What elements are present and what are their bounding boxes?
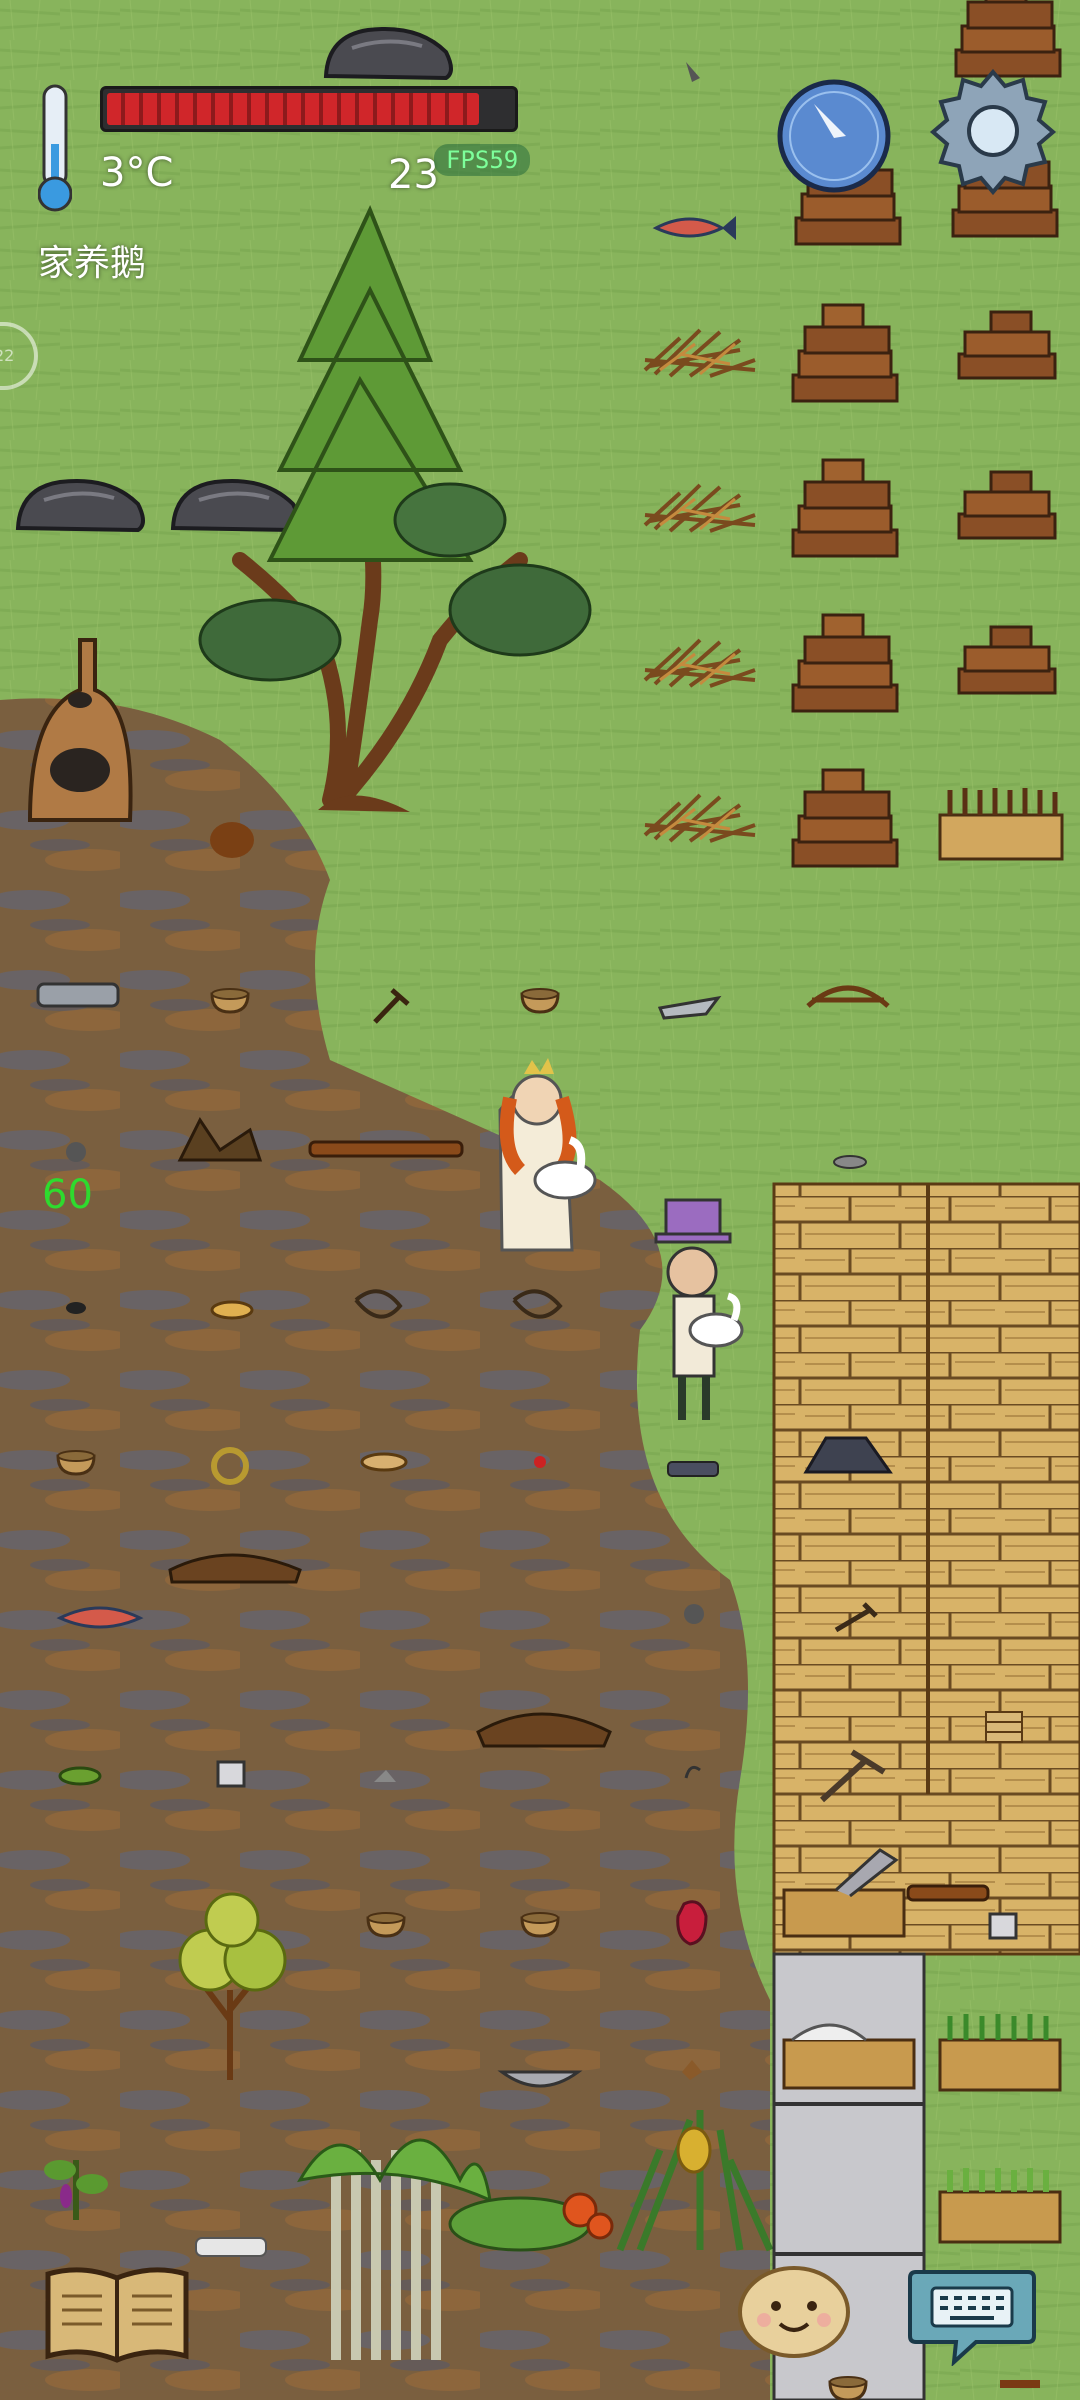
book-icon[interactable] xyxy=(42,2260,192,2370)
gear-icon[interactable] xyxy=(928,66,1058,196)
player-age: 23 xyxy=(388,152,439,198)
fps-counter: FPS59 xyxy=(434,144,531,176)
hunger-bar-fill xyxy=(107,93,479,125)
bucket xyxy=(988,1912,1018,1940)
game-world[interactable] xyxy=(0,0,1080,2400)
fleece xyxy=(195,2237,267,2257)
floating-number: 60 xyxy=(42,1172,93,1218)
pebble xyxy=(66,1302,86,1314)
temperature-readout: 3°C xyxy=(100,150,174,196)
leaf xyxy=(58,1766,102,1786)
bread xyxy=(360,1452,408,1472)
thermometer-icon xyxy=(37,84,73,214)
long-shaft xyxy=(308,1140,464,1158)
charcoal xyxy=(667,1461,719,1477)
red-berry-bag xyxy=(676,1900,708,1946)
keyboard-icon[interactable] xyxy=(906,2262,1038,2367)
potato-face-icon[interactable] xyxy=(736,2264,852,2360)
clay-plate xyxy=(36,982,120,1008)
shaft xyxy=(906,1884,990,1902)
held-item-name: 家养鹅 xyxy=(38,243,147,284)
hunger-bar xyxy=(100,86,518,132)
bucket xyxy=(216,1760,246,1788)
round-stone xyxy=(684,1604,704,1624)
burdock xyxy=(210,822,254,858)
compass-icon[interactable] xyxy=(774,76,894,196)
small-stone xyxy=(833,1155,867,1169)
plate-stack xyxy=(985,1711,1023,1743)
ping-value: 22 xyxy=(0,346,15,365)
berry xyxy=(534,1456,546,1468)
round-stone xyxy=(66,1142,86,1162)
pie xyxy=(210,1300,254,1320)
